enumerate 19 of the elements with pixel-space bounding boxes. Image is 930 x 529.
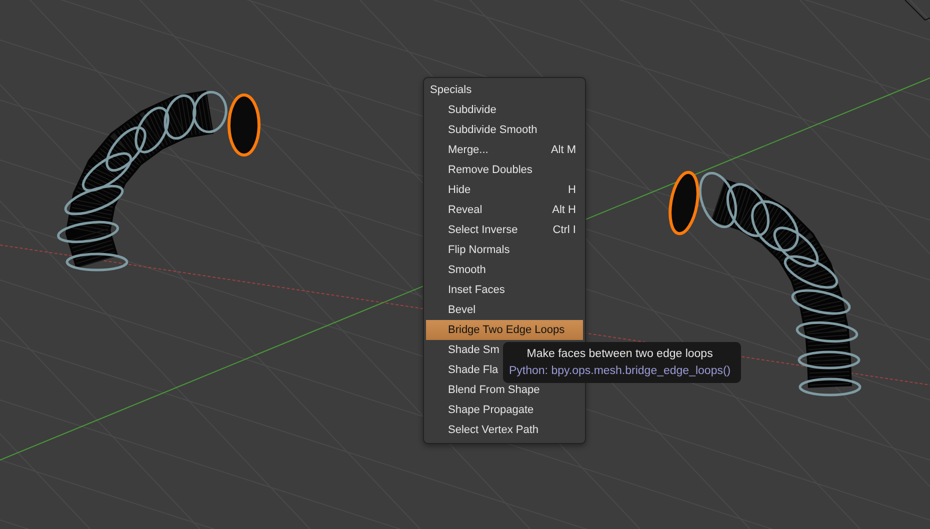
menu-item[interactable]: Remove Doubles xyxy=(426,160,583,180)
menu-item[interactable]: Subdivide xyxy=(426,100,583,120)
tooltip-description: Make faces between two edge loops xyxy=(526,347,714,362)
menu-item[interactable]: Select Inverse Ctrl I xyxy=(426,220,583,240)
menu-item[interactable]: Shape Propagate xyxy=(426,400,583,420)
menu-item[interactable]: Inset Faces xyxy=(426,280,583,300)
menu-item[interactable]: Hide H xyxy=(426,180,583,200)
menu-item[interactable]: Subdivide Smooth xyxy=(426,120,583,140)
menu-item[interactable]: Bridge Two Edge Loops xyxy=(426,320,583,340)
menu-item[interactable]: Flip Normals xyxy=(426,240,583,260)
camera-drawing xyxy=(904,0,930,21)
menu-item[interactable]: Select Vertex Path xyxy=(426,420,583,440)
menu-item[interactable]: Reveal Alt H xyxy=(426,200,583,220)
menu-item[interactable]: Smooth xyxy=(426,260,583,280)
python-path: Python: bpy.ops.mesh.bridge_edge_loops() xyxy=(509,364,731,379)
menu-item[interactable]: Blend From Shape xyxy=(426,380,583,400)
menu-title: Specials xyxy=(429,83,473,98)
menu-item[interactable]: Bevel xyxy=(426,300,583,320)
menu-item[interactable]: Merge... Alt M xyxy=(426,140,583,160)
